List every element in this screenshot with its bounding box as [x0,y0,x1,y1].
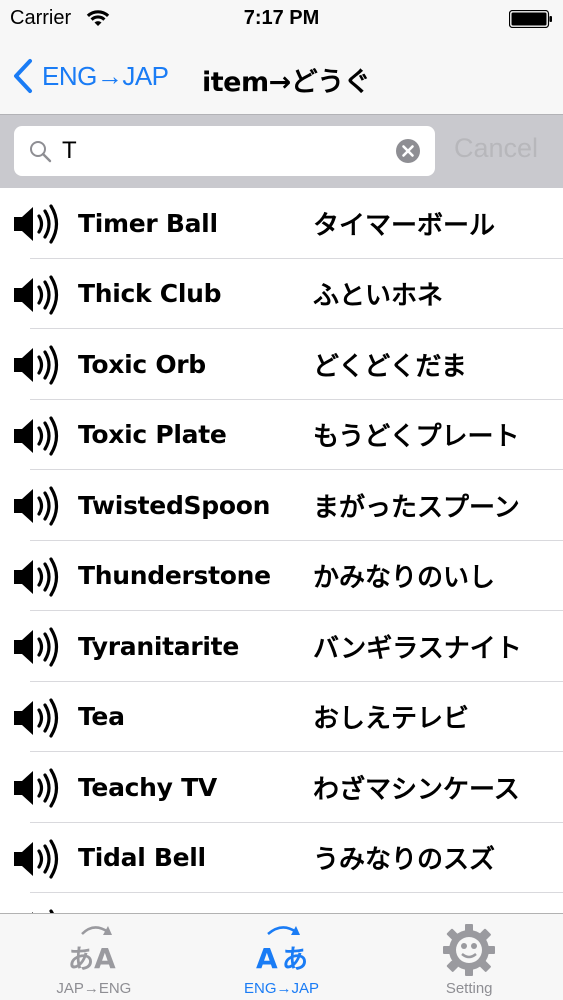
english-term: Tidal Bell [78,843,206,873]
japanese-term: どくどくだま [313,351,467,382]
back-button[interactable]: ENG→JAP [12,56,169,96]
list-item[interactable]: Tidal Bell うみなりのスズ [0,822,563,893]
search-icon [30,141,52,163]
speaker-icon[interactable] [12,697,62,739]
cancel-button[interactable]: Cancel [454,133,538,164]
speaker-icon[interactable] [12,838,62,880]
speaker-icon[interactable] [12,626,62,668]
tab-setting[interactable]: Setting [375,914,563,1000]
list-item[interactable] [0,893,563,913]
english-term: Teachy TV [78,772,217,802]
tab-label: JAP→ENG [56,980,132,997]
list-item[interactable]: TwistedSpoon まがったスプーン [0,470,563,541]
search-input[interactable] [62,133,392,169]
tab-bar: あ A JAP→ENG A あ ENG→JAP Setting [0,913,563,1000]
list-item[interactable]: Toxic Plate もうどくプレート [0,399,563,470]
chevron-left-icon [14,59,32,93]
english-term: Thunderstone [78,561,271,591]
list-item[interactable]: Toxic Orb どくどくだま [0,329,563,400]
list-item[interactable]: Thunderstone かみなりのいし [0,540,563,611]
english-term: Timer Ball [78,208,218,238]
speaker-icon[interactable] [12,556,62,598]
english-term: Tyranitarite [78,631,239,661]
tab-glyph-a: あ [68,945,94,975]
english-term: Thick Club [78,279,222,309]
battery-icon [509,10,552,28]
japanese-term: もうどくプレート [313,422,520,453]
english-term: Toxic Plate [78,420,227,450]
page-title: item→どうぐ [202,67,371,98]
japanese-term: まがったスプーン [313,492,520,523]
tab-glyph-a: A [256,942,278,975]
japanese-term: ふといホネ [313,281,444,312]
tab-glyph-b: A [94,942,116,975]
japanese-term: タイマーボール [313,210,496,241]
speaker-icon[interactable] [12,415,62,457]
list-item[interactable]: Teachy TV わざマシンケース [0,752,563,823]
japanese-term: うみなりのスズ [313,845,496,876]
speaker-icon[interactable] [12,274,62,316]
status-bar: Carrier 7:17 PM [0,0,563,38]
clear-search-icon[interactable] [395,138,421,164]
back-button-label: ENG→JAP [42,60,169,91]
tab-jap-eng[interactable]: あ A JAP→ENG [0,914,188,1000]
status-time: 7:17 PM [243,7,320,29]
english-term: Toxic Orb [78,349,206,379]
japanese-term: かみなりのいし [313,563,496,594]
gear-icon [443,924,496,976]
search-field[interactable] [14,126,435,176]
speaker-icon[interactable] [12,485,62,527]
tab-label: ENG→JAP [244,980,320,997]
search-bar: Cancel [0,114,563,188]
english-term: Tea [78,702,125,732]
japanese-term: バンギラスナイト [313,633,522,664]
japanese-term: わざマシンケース [313,774,520,805]
tab-glyph-b: あ [282,945,308,975]
japanese-term: おしえテレビ [313,704,470,735]
tab-label: Setting [445,980,493,997]
navigation-bar: ENG→JAP item→どうぐ [0,38,563,114]
eng-to-jap-icon: A あ [256,926,308,975]
list-item[interactable]: Tyranitarite バンギラスナイト [0,611,563,682]
list-item[interactable]: Thick Club ふといホネ [0,258,563,329]
speaker-icon[interactable] [12,203,62,245]
jap-to-eng-icon: あ A [68,926,116,975]
speaker-icon[interactable] [12,767,62,809]
list-item[interactable]: Tea おしえテレビ [0,681,563,752]
tab-eng-jap[interactable]: A あ ENG→JAP [188,914,376,1000]
english-term: TwistedSpoon [78,490,271,520]
speaker-icon[interactable] [12,344,62,386]
list-item[interactable]: Timer Ball タイマーボール [0,188,563,259]
results-list: Timer Ball タイマーボール Thick Club ふといホネ Toxi… [0,188,563,913]
